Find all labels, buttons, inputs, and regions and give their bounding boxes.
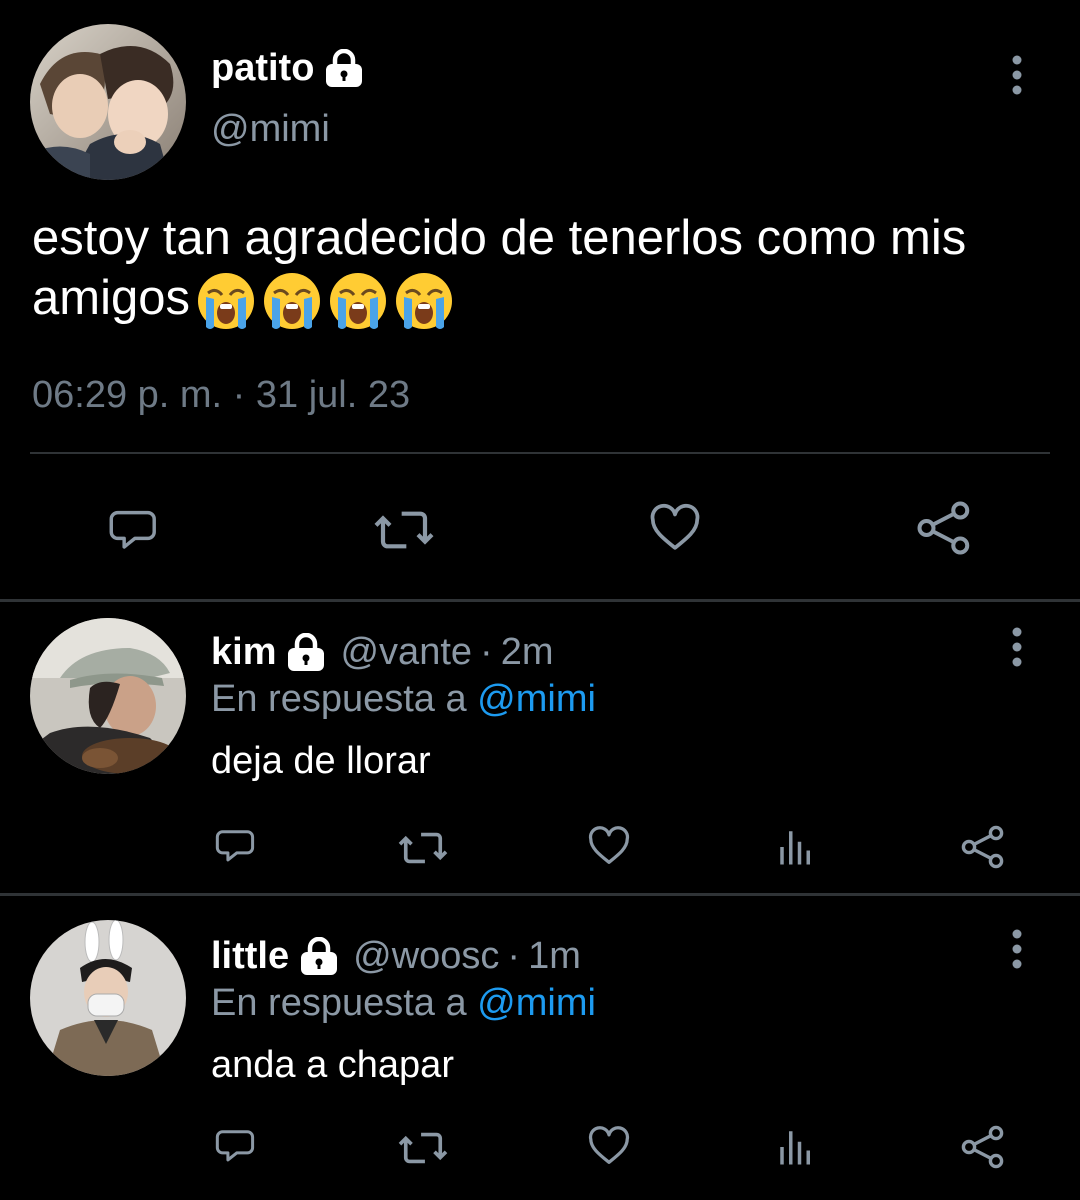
reply-icon (215, 1130, 255, 1162)
more-options-icon[interactable] (1002, 52, 1032, 102)
handle[interactable]: @mimi (211, 108, 330, 151)
reply-context-label: En respuesta a (211, 982, 467, 1024)
reply-context-label: En respuesta a (211, 678, 467, 720)
loudly-crying-face-emoji (394, 271, 454, 331)
reply-button[interactable] (104, 500, 164, 560)
reply-tweet[interactable]: kim @vante · 2m En respuesta a @mimi dej… (0, 602, 1080, 902)
like-icon (588, 826, 630, 864)
share-icon (917, 501, 970, 555)
reply-context: En respuesta a @mimi (211, 982, 596, 1025)
more-options-icon[interactable] (1002, 624, 1032, 674)
like-icon (650, 503, 700, 550)
loudly-crying-face-emoji (328, 271, 388, 331)
analytics-button[interactable] (774, 824, 818, 870)
divider (30, 452, 1050, 454)
display-name[interactable]: little (211, 935, 289, 978)
analytics-icon (780, 1131, 810, 1165)
reply-button[interactable] (212, 1122, 260, 1170)
tweet-timestamp: 06:29 p. m. · 31 jul. 23 (32, 374, 411, 416)
main-tweet[interactable]: patito @mimi estoy tan agradecido de ten… (0, 0, 1080, 600)
reply-tweet[interactable]: little @woosc · 1m En respuesta a @mimi … (0, 906, 1080, 1200)
avatar[interactable] (30, 24, 186, 180)
retweet-button[interactable] (396, 824, 450, 872)
reply-context: En respuesta a @mimi (211, 678, 596, 721)
tweet-text-content: estoy tan agradecido de tenerlos como mi… (32, 211, 967, 325)
share-icon (961, 825, 1004, 869)
lock-icon (299, 937, 339, 975)
share-button[interactable] (958, 1122, 1008, 1172)
more-options-icon[interactable] (1002, 926, 1032, 976)
tweet-thread-page: patito @mimi estoy tan agradecido de ten… (0, 0, 1080, 1200)
analytics-icon (780, 831, 810, 865)
handle[interactable]: @woosc (353, 935, 499, 978)
retweet-button[interactable] (372, 500, 436, 560)
avatar[interactable] (30, 618, 186, 774)
author-name-row: patito (211, 44, 364, 92)
reply-time: 2m (500, 630, 554, 673)
separator: · (480, 630, 493, 673)
reply-time: 1m (528, 934, 581, 977)
retweet-icon (398, 832, 448, 864)
retweet-button[interactable] (396, 1124, 450, 1172)
mention-link[interactable]: @mimi (477, 678, 596, 720)
like-button[interactable] (644, 498, 706, 558)
emoji-group (196, 271, 460, 331)
mention-link[interactable]: @mimi (477, 982, 596, 1024)
loudly-crying-face-emoji (262, 271, 322, 331)
analytics-button[interactable] (774, 1124, 818, 1170)
avatar[interactable] (30, 920, 186, 1076)
lock-icon (324, 49, 364, 87)
retweet-icon (374, 511, 434, 549)
display-name[interactable]: patito (211, 47, 314, 90)
reply-header: kim @vante · 2m (211, 628, 553, 676)
reply-text: anda a chapar (211, 1044, 454, 1086)
divider (0, 893, 1080, 896)
display-name[interactable]: kim (211, 631, 276, 674)
reply-button[interactable] (212, 822, 260, 870)
reply-icon (215, 830, 255, 862)
reply-text: deja de llorar (211, 740, 431, 782)
lock-icon (286, 633, 326, 671)
like-button[interactable] (584, 1122, 634, 1170)
reply-header: little @woosc · 1m (211, 932, 581, 980)
separator: · (507, 934, 521, 977)
like-icon (588, 1126, 630, 1164)
share-button[interactable] (958, 822, 1008, 872)
share-icon (961, 1125, 1004, 1169)
tweet-text: estoy tan agradecido de tenerlos como mi… (32, 208, 1052, 331)
handle[interactable]: @vante (340, 631, 472, 674)
reply-icon (109, 510, 156, 549)
loudly-crying-face-emoji (196, 271, 256, 331)
retweet-icon (398, 1132, 448, 1164)
like-button[interactable] (584, 822, 634, 870)
share-button[interactable] (912, 496, 976, 560)
